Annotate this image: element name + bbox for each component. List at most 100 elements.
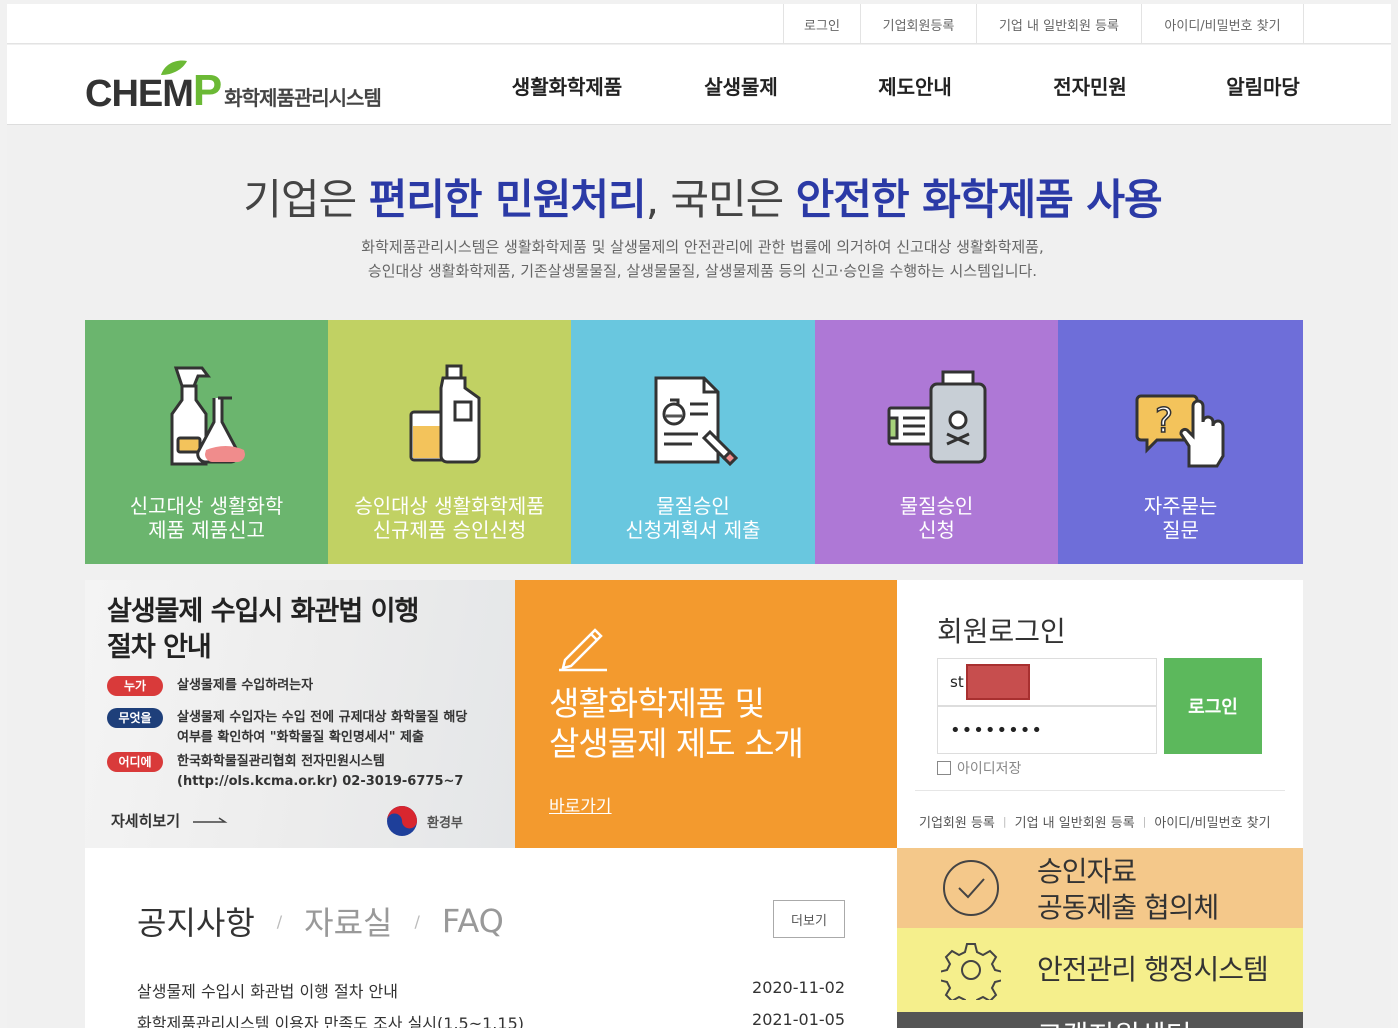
header: CHEM P 화학제품관리시스템 생활화학제품 살생물제 제도안내 전자민원 알림마당	[7, 45, 1398, 125]
banner-row-who: 누가 살생물제를 수입하려는자	[107, 676, 313, 696]
banner-row-text-2: 여부를 확인하여 "화학물질 확인명세서" 제출	[177, 730, 424, 745]
notice-title: 살생물제 수입시 화관법 이행 절차 안내	[137, 982, 398, 1001]
quick-support-center[interactable]: 고객지원센터	[897, 1012, 1303, 1028]
tile-plan-submit[interactable]: 물질승인 신청계획서 제출	[571, 320, 815, 564]
tile-label: 자주묻는 질문	[1143, 494, 1218, 542]
save-id-checkbox[interactable]: 아이디저장	[937, 758, 1021, 778]
ministry-logo: 환경부	[385, 804, 463, 838]
nav-item-1[interactable]: 살생물제	[657, 45, 825, 125]
id-input[interactable]: st	[937, 658, 1157, 706]
nav-item-3[interactable]: 전자민원	[1005, 45, 1175, 125]
quick-title-line-1: 승인자료	[1037, 855, 1137, 888]
taegeuk-icon	[387, 806, 417, 836]
banner-more-label: 자세히보기	[111, 812, 181, 830]
window-edge	[1391, 0, 1398, 1028]
password-value: ••••••••	[950, 719, 1043, 741]
utility-nav: 로그인 기업회원등록 기업 내 일반회원 등록 아이디/비밀번호 찾기	[783, 4, 1304, 44]
nav-item-0[interactable]: 생활화학제품	[477, 45, 657, 125]
hero-text-1: 기업은	[243, 175, 369, 224]
banner-title-line-2: 절차 안내	[107, 632, 212, 663]
util-link-3[interactable]: 아이디/비밀번호 찾기	[1142, 4, 1304, 44]
quick-title-line-2: 공동제출 협의체	[1037, 891, 1219, 924]
util-link-1[interactable]: 기업회원등록	[861, 4, 977, 44]
tile-label: 승인대상 생활화학제품 신규제품 승인신청	[354, 494, 545, 542]
gear-icon	[941, 943, 1001, 1000]
orange-title-line-1: 생활화학제품 및	[549, 684, 765, 723]
divider-bar: |	[1002, 815, 1007, 828]
login-button[interactable]: 로그인	[1164, 658, 1262, 754]
pencil-icon	[559, 628, 607, 672]
hero-highlight-1: 편리한 민원처리	[368, 175, 647, 224]
document-flask-icon	[654, 376, 738, 467]
banner-row-text-2: (http://ols.kcma.or.kr) 02-3019-6775~7	[177, 774, 464, 789]
tag-what: 무엇을	[107, 708, 163, 728]
link-member-register[interactable]: 기업 내 일반회원 등록	[1015, 812, 1135, 831]
system-intro-banner[interactable]: 생활화학제품 및 살생물제 제도 소개 바로가기	[515, 580, 897, 848]
nav-item-4[interactable]: 알림마당	[1175, 45, 1351, 125]
quick-title: 안전관리 행정시스템	[1037, 953, 1269, 986]
divider	[915, 790, 1285, 791]
util-link-2[interactable]: 기업 내 일반회원 등록	[977, 4, 1142, 44]
tab-notice[interactable]: 공지사항	[137, 898, 255, 944]
divider-bar: |	[1142, 815, 1147, 828]
banner-row-text: 한국화학물질관리협회 전자민원시스템	[177, 754, 385, 769]
notice-board: 공지사항 / 자료실 / FAQ 더보기 살생물제 수입시 화관법 이행 절차 …	[85, 848, 897, 1028]
notice-tabs: 공지사항 / 자료실 / FAQ	[137, 898, 504, 944]
tile-product-report[interactable]: 신고대상 생활화학 제품 제품신고	[85, 320, 328, 564]
util-link-0[interactable]: 로그인	[784, 4, 861, 44]
nav-item-2[interactable]: 제도안내	[825, 45, 1005, 125]
quick-admin-system[interactable]: 안전관리 행정시스템	[897, 928, 1303, 1012]
biocide-import-banner[interactable]: 살생물제 수입시 화관법 이행 절차 안내 누가 살생물제를 수입하려는자 무엇…	[85, 580, 515, 848]
tag-who: 누가	[107, 676, 163, 696]
password-input[interactable]: ••••••••	[937, 706, 1157, 754]
link-find-account[interactable]: 아이디/비밀번호 찾기	[1154, 812, 1270, 831]
tile-label: 신고대상 생활화학 제품 제품신고	[129, 494, 284, 542]
tile-label: 물질승인 신청	[899, 494, 974, 542]
tab-faq[interactable]: FAQ	[442, 902, 504, 940]
id-value: st	[950, 673, 964, 691]
banner-title-line-1: 살생물제 수입시 화관법 이행	[107, 596, 419, 627]
orange-title-line-2: 살생물제 제도 소개	[549, 724, 804, 763]
banner-more-link[interactable]: 자세히보기	[111, 810, 231, 831]
logo-p-text: P	[192, 66, 223, 115]
notice-item[interactable]: 화학제품관리시스템 이용자 만족도 조사 실시(1.5~1.15) 2021-0…	[137, 1010, 845, 1028]
banner-row-what: 무엇을 살생물제 수입자는 수입 전에 규제대상 화학물질 해당 여부를 확인하…	[107, 708, 467, 748]
tab-separator: /	[414, 911, 420, 931]
login-box: 회원로그인 st •••••••• 로그인 아이디저장 기업회원 등록 | 기업…	[897, 580, 1303, 848]
banner-row-where: 어디에 한국화학물질관리협회 전자민원시스템 (http://ols.kcma.…	[107, 752, 463, 792]
login-links: 기업회원 등록 | 기업 내 일반회원 등록 | 아이디/비밀번호 찾기	[919, 812, 1271, 831]
tag-where: 어디에	[107, 752, 163, 772]
poison-bottle-icon	[887, 370, 986, 464]
more-button[interactable]: 더보기	[773, 900, 845, 938]
tile-faq[interactable]: ? 자주묻는 질문	[1058, 320, 1303, 564]
banner-title: 살생물제 수입시 화관법 이행 절차 안내	[107, 594, 419, 666]
hero-highlight-2: 안전한 화학제품 사용	[795, 175, 1163, 224]
page: 로그인 기업회원등록 기업 내 일반회원 등록 아이디/비밀번호 찾기 CHEM P …	[7, 4, 1398, 1028]
tile-substance-approval[interactable]: 물질승인 신청	[815, 320, 1058, 564]
save-id-label: 아이디저장	[957, 761, 1022, 777]
utility-bar: 로그인 기업회원등록 기업 내 일반회원 등록 아이디/비밀번호 찾기	[7, 4, 1398, 44]
hero-desc-line-1: 화학제품관리시스템은 생활화학제품 및 살생물제의 안전관리에 관한 법률에 의…	[361, 238, 1044, 256]
quick-title: 고객지원센터	[1037, 1018, 1192, 1028]
notice-date: 2020-11-02	[752, 978, 845, 997]
tab-archive[interactable]: 자료실	[304, 898, 392, 944]
tile-label: 물질승인 신청계획서 제출	[625, 494, 761, 542]
logo-korean-text: 화학제품관리시스템	[224, 86, 382, 110]
checkbox-box	[937, 761, 951, 775]
hero-text-2: , 국민은	[645, 175, 796, 224]
leaf-icon	[161, 60, 187, 75]
banner-row-text: 살생물제를 수입하려는자	[177, 678, 314, 693]
svg-text:?: ?	[1155, 401, 1173, 441]
link-company-register[interactable]: 기업회원 등록	[919, 812, 995, 831]
go-link[interactable]: 바로가기	[549, 792, 612, 817]
tile-new-approval[interactable]: 승인대상 생활화학제품 신규제품 승인신청	[328, 320, 571, 564]
logo[interactable]: CHEM P 화학제품관리시스템	[85, 57, 382, 115]
banner-row-text: 살생물제 수입자는 수입 전에 규제대상 화학물질 해당	[177, 710, 468, 725]
notice-item[interactable]: 살생물제 수입시 화관법 이행 절차 안내 2020-11-02	[137, 978, 845, 1002]
login-title: 회원로그인	[937, 615, 1066, 648]
ministry-name: 환경부	[427, 815, 463, 831]
logo-chem-text: CHEM	[85, 73, 194, 115]
quick-joint-submission[interactable]: 승인자료 공동제출 협의체	[897, 848, 1303, 928]
redaction-box	[965, 664, 1030, 700]
question-hand-icon: ?	[1135, 394, 1224, 468]
